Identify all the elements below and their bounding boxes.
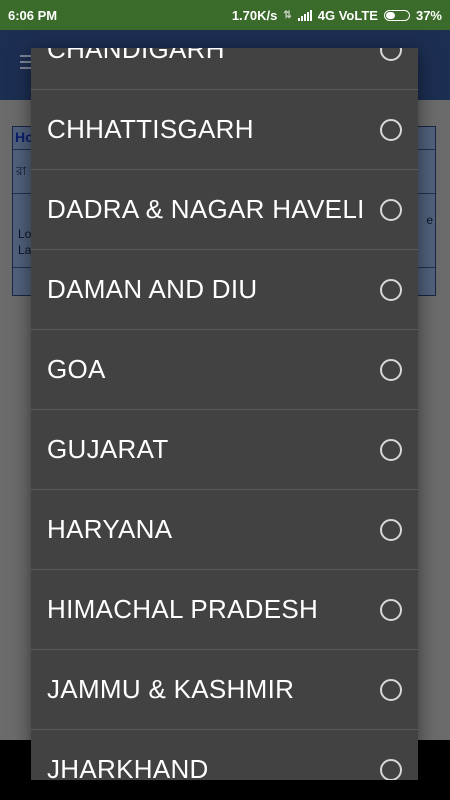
status-bar: 6:06 PM 1.70K/s ⇅ 4G VoLTE 37% [0, 0, 450, 30]
radio-button[interactable] [380, 758, 402, 780]
list-item[interactable]: HIMACHAL PRADESH [31, 570, 418, 650]
net-speed: 1.70K/s [231, 8, 278, 23]
list-item[interactable]: DADRA & NAGAR HAVELI [31, 170, 418, 250]
battery-icon [383, 10, 410, 21]
list-item[interactable]: GOA [31, 330, 418, 410]
radio-button[interactable] [380, 438, 402, 461]
network-type: 4G VoLTE [317, 8, 378, 23]
radio-button[interactable] [380, 278, 402, 301]
background-text: e [426, 213, 433, 227]
item-label: JHARKHAND [47, 754, 209, 780]
list-item[interactable]: JHARKHAND [31, 730, 418, 780]
item-label: CHANDIGARH [47, 48, 225, 64]
list-item[interactable]: HARYANA [31, 490, 418, 570]
data-activity-icon: ⇅ [283, 10, 292, 21]
status-time: 6:06 PM [8, 8, 58, 23]
item-label: HARYANA [47, 514, 173, 544]
signal-icon [297, 10, 312, 21]
state-list[interactable]: CHANDIGARH CHHATTISGARH DADRA & NAGAR HA… [31, 48, 418, 780]
item-label: GOA [47, 354, 106, 384]
list-item[interactable]: JAMMU & KASHMIR [31, 650, 418, 730]
list-item[interactable]: DAMAN AND DIU [31, 250, 418, 330]
radio-button[interactable] [380, 118, 402, 141]
list-item[interactable]: CHHATTISGARH [31, 90, 418, 170]
list-item[interactable]: CHANDIGARH [31, 48, 418, 90]
battery-percent: 37% [415, 8, 442, 23]
radio-button[interactable] [380, 678, 402, 701]
item-label: CHHATTISGARH [47, 114, 254, 144]
status-indicators: 1.70K/s ⇅ 4G VoLTE 37% [232, 8, 442, 23]
item-label: DADRA & NAGAR HAVELI [47, 194, 365, 224]
radio-button[interactable] [380, 358, 402, 381]
item-label: GUJARAT [47, 434, 169, 464]
item-label: JAMMU & KASHMIR [47, 674, 295, 704]
item-label: HIMACHAL PRADESH [47, 594, 319, 624]
background-text: La [18, 243, 32, 257]
list-item[interactable]: GUJARAT [31, 410, 418, 490]
radio-button[interactable] [380, 518, 402, 541]
radio-button[interactable] [380, 48, 402, 61]
radio-button[interactable] [380, 598, 402, 621]
item-label: DAMAN AND DIU [47, 274, 258, 304]
background-text: রা [16, 164, 27, 178]
state-select-dialog: CHANDIGARH CHHATTISGARH DADRA & NAGAR HA… [31, 48, 418, 780]
radio-button[interactable] [380, 198, 402, 221]
background-text: Lo [18, 227, 32, 241]
